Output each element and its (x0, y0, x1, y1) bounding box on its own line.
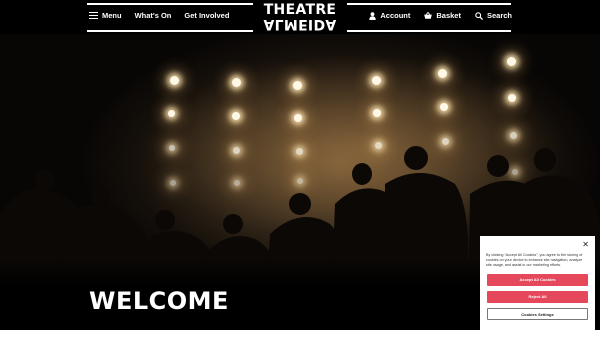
search-icon (475, 11, 483, 20)
basket-label: Basket (436, 11, 461, 20)
cookie-banner-text: By clicking “Accept All Cookies”, you ag… (486, 253, 583, 267)
accept-all-cookies-button[interactable]: Accept All Cookies (487, 274, 588, 286)
almeida-logo[interactable]: THEATRE ALMEIDA (258, 2, 342, 32)
nav-link-whats-on[interactable]: What's On (135, 11, 172, 20)
page-content-edge (0, 330, 600, 338)
search-link[interactable]: Search (475, 11, 512, 20)
header-rule-right-top (347, 3, 511, 5)
close-icon[interactable]: ✕ (582, 240, 589, 249)
whats-on-label: What's On (134, 11, 172, 20)
utility-nav: Account Basket Search (355, 11, 512, 20)
logo-bottom-text: ALMEIDA (263, 16, 337, 32)
hero-heading: WELCOME (89, 287, 229, 315)
account-label: Account (380, 11, 411, 20)
header-rule-left-top (87, 3, 253, 5)
search-label: Search (486, 11, 512, 20)
primary-nav: Menu What's On Get Involved (89, 11, 242, 20)
cookies-settings-button[interactable]: Cookies Settings (487, 308, 588, 320)
hamburger-icon (89, 11, 98, 20)
header-rule-right-bottom (347, 30, 511, 32)
basket-icon (424, 12, 433, 19)
user-icon (369, 11, 377, 20)
cookie-banner: ✕ By clicking “Accept All Cookies”, you … (480, 236, 595, 331)
basket-link[interactable]: Basket (424, 11, 461, 20)
header-rule-left-bottom (87, 30, 253, 32)
get-involved-label: Get Involved (184, 11, 230, 20)
account-link[interactable]: Account (369, 11, 410, 20)
menu-label: Menu (102, 11, 122, 20)
menu-button[interactable]: Menu (89, 11, 122, 20)
nav-link-get-involved[interactable]: Get Involved (184, 11, 229, 20)
site-header: Menu What's On Get Involved THEATRE ALME… (0, 0, 600, 34)
reject-all-button[interactable]: Reject All (487, 291, 588, 303)
